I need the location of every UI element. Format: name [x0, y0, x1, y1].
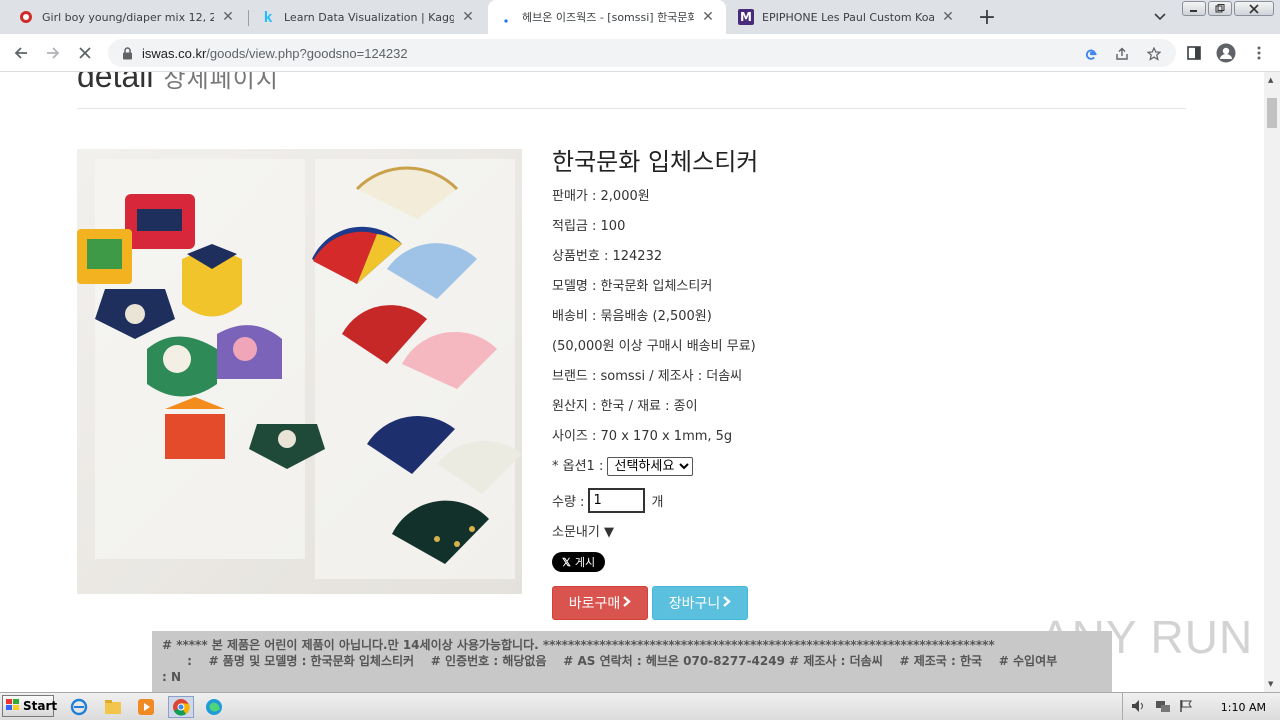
product-brand: 브랜드 : somssi / 제조사 : 더솜씨	[552, 369, 743, 384]
buy-now-label: 바로구매	[568, 596, 621, 612]
page-title: detail 상세페이지	[77, 72, 279, 95]
close-icon[interactable]: ✕	[220, 9, 236, 25]
quantity-input[interactable]	[588, 487, 646, 513]
page-title-ko: 상세페이지	[163, 72, 279, 93]
start-label: Start	[23, 699, 58, 713]
close-icon[interactable]: ✕	[700, 9, 716, 25]
x-logo-icon: 𝕏	[562, 556, 571, 569]
quantity-unit: 개	[651, 494, 664, 510]
notice-line-2: : # 품명 및 모델명 : 한국문화 입체스티커 # 인증번호 : 해당없음 …	[162, 654, 1058, 668]
tab-kaggle[interactable]: k Learn Data Visualization | Kaggle ✕	[250, 0, 486, 34]
chevron-right-icon	[622, 595, 632, 611]
tab-title: Girl boy young/diaper mix 12, 20200	[42, 10, 214, 24]
stop-loading-icon[interactable]	[73, 41, 97, 65]
tab-title: 헤브온 이즈웍즈 - [somssi] 한국문화	[522, 11, 694, 24]
opera-red-icon	[18, 9, 34, 25]
start-button[interactable]: Start	[2, 695, 58, 717]
product-image	[77, 149, 522, 594]
side-panel-icon[interactable]	[1183, 42, 1205, 64]
anyrun-watermark: ANY RUN	[1040, 611, 1254, 663]
browser-toolbar: iswas.co.kr/goods/view.php?goodsno=12423…	[0, 34, 1280, 72]
tweet-label: 게시	[574, 556, 596, 569]
page-title-en: detail	[77, 72, 154, 94]
new-tab-button[interactable]: +	[974, 5, 1000, 30]
media-player-icon[interactable]	[135, 696, 157, 718]
product-price: 판매가 : 2,000원	[552, 189, 650, 204]
product-notice: # ***** 본 제품은 어린이 제품이 아닙니다.만 14세이상 사용가능합…	[152, 631, 1112, 692]
close-window-button[interactable]	[1234, 1, 1274, 16]
profile-avatar-icon[interactable]	[1215, 42, 1237, 64]
chrome-icon[interactable]	[168, 696, 194, 718]
volume-icon[interactable]	[1131, 698, 1147, 717]
option-select[interactable]: 선택하세요	[607, 457, 694, 476]
m-icon: M	[738, 9, 754, 25]
tab-title: EPIPHONE Les Paul Custom Koa Koa	[762, 10, 934, 24]
tab-girl-boy[interactable]: Girl boy young/diaper mix 12, 20200 ✕	[8, 0, 246, 34]
maximize-button[interactable]	[1208, 1, 1232, 16]
more-menu-icon[interactable]	[1248, 42, 1270, 64]
url-path: /goods/view.php?goodsno=124232	[206, 45, 408, 61]
tab-epiphone[interactable]: M EPIPHONE Les Paul Custom Koa Koa ✕	[728, 0, 966, 34]
back-arrow-icon[interactable]	[9, 41, 33, 65]
tab-iswas-active[interactable]: 헤브온 이즈웍즈 - [somssi] 한국문화 ✕	[488, 0, 726, 34]
product-name: 한국문화 입체스티커	[552, 148, 759, 176]
product-origin: 원산지 : 한국 / 재료 : 종이	[552, 399, 698, 414]
chevron-right-icon	[722, 595, 732, 611]
product-points: 적립금 : 100	[552, 219, 626, 234]
option-row: * 옵션1 : 선택하세요	[552, 452, 1152, 482]
close-icon[interactable]: ✕	[460, 9, 476, 25]
google-translate-icon[interactable]	[1082, 45, 1100, 63]
tab-title: Learn Data Visualization | Kaggle	[284, 10, 454, 24]
internet-explorer-icon[interactable]	[68, 696, 90, 718]
tab-strip: Girl boy young/diaper mix 12, 20200 ✕ k …	[0, 0, 1280, 34]
divider	[77, 108, 1186, 109]
sticker-photo-illustration	[77, 149, 522, 594]
file-explorer-icon[interactable]	[102, 696, 124, 718]
option-label: * 옵션1 :	[552, 459, 604, 474]
product-info: 한국문화 입체스티커 판매가 : 2,000원 적립금 : 100 상품번호 :…	[552, 142, 1152, 620]
flag-icon[interactable]	[1179, 698, 1193, 717]
windows-logo-icon	[6, 698, 20, 714]
close-icon[interactable]: ✕	[940, 9, 956, 25]
share-toggle[interactable]: 소문내기 ▼	[552, 518, 1152, 548]
url-text: iswas.co.kr/goods/view.php?goodsno=12423…	[142, 46, 408, 61]
tab-separator	[248, 10, 249, 26]
notice-line-1: # ***** 본 제품은 어린이 제품이 아닙니다.만 14세이상 사용가능합…	[162, 638, 995, 652]
network-icon[interactable]	[1155, 698, 1171, 717]
loading-icon	[498, 9, 514, 25]
scroll-down-icon[interactable]: ▼	[1268, 680, 1273, 688]
lock-icon	[120, 46, 134, 60]
taskbar-clock[interactable]: 1:10 AM	[1221, 701, 1266, 714]
share-icon[interactable]	[1113, 45, 1131, 63]
tweet-button[interactable]: 𝕏 게시	[552, 552, 606, 572]
add-to-cart-button[interactable]: 장바구니	[652, 586, 748, 620]
scroll-up-icon[interactable]: ▲	[1268, 76, 1273, 84]
product-shipping: 배송비 : 묶음배송 (2,500원)	[552, 309, 712, 324]
product-number: 상품번호 : 124232	[552, 249, 663, 264]
address-bar[interactable]: iswas.co.kr/goods/view.php?goodsno=12423…	[108, 39, 1176, 67]
minimize-button[interactable]	[1182, 1, 1206, 16]
edge-icon[interactable]	[203, 696, 225, 718]
scrollbar-thumb[interactable]	[1267, 98, 1277, 128]
bookmark-star-icon[interactable]	[1145, 45, 1163, 63]
notice-line-3: : N	[162, 670, 182, 684]
windows-taskbar: Start 1:10 AM	[0, 692, 1280, 720]
page-viewport: detail 상세페이지 한국문화 입체스티커 판매가: 2,000원 적립금…	[0, 72, 1264, 692]
product-model: 모델명 : 한국문화 입체스티커	[552, 279, 713, 294]
quantity-row: 수량 : 개	[552, 482, 1152, 518]
forward-arrow-icon[interactable]	[41, 41, 65, 65]
chevron-down-icon[interactable]	[1150, 8, 1170, 26]
page-scrollbar[interactable]: ▲ ▼	[1264, 72, 1280, 692]
product-size: 사이즈 : 70 x 170 x 1mm, 5g	[552, 429, 733, 444]
product-shipping-note: (50,000원 이상 구매시 배송비 무료)	[552, 339, 756, 354]
buy-now-button[interactable]: 바로구매	[552, 586, 648, 620]
system-tray: 1:10 AM	[1122, 693, 1280, 720]
kaggle-icon: k	[263, 8, 273, 26]
url-host: iswas.co.kr	[142, 45, 207, 61]
quantity-label: 수량 :	[552, 494, 585, 510]
add-to-cart-label: 장바구니	[668, 596, 721, 612]
